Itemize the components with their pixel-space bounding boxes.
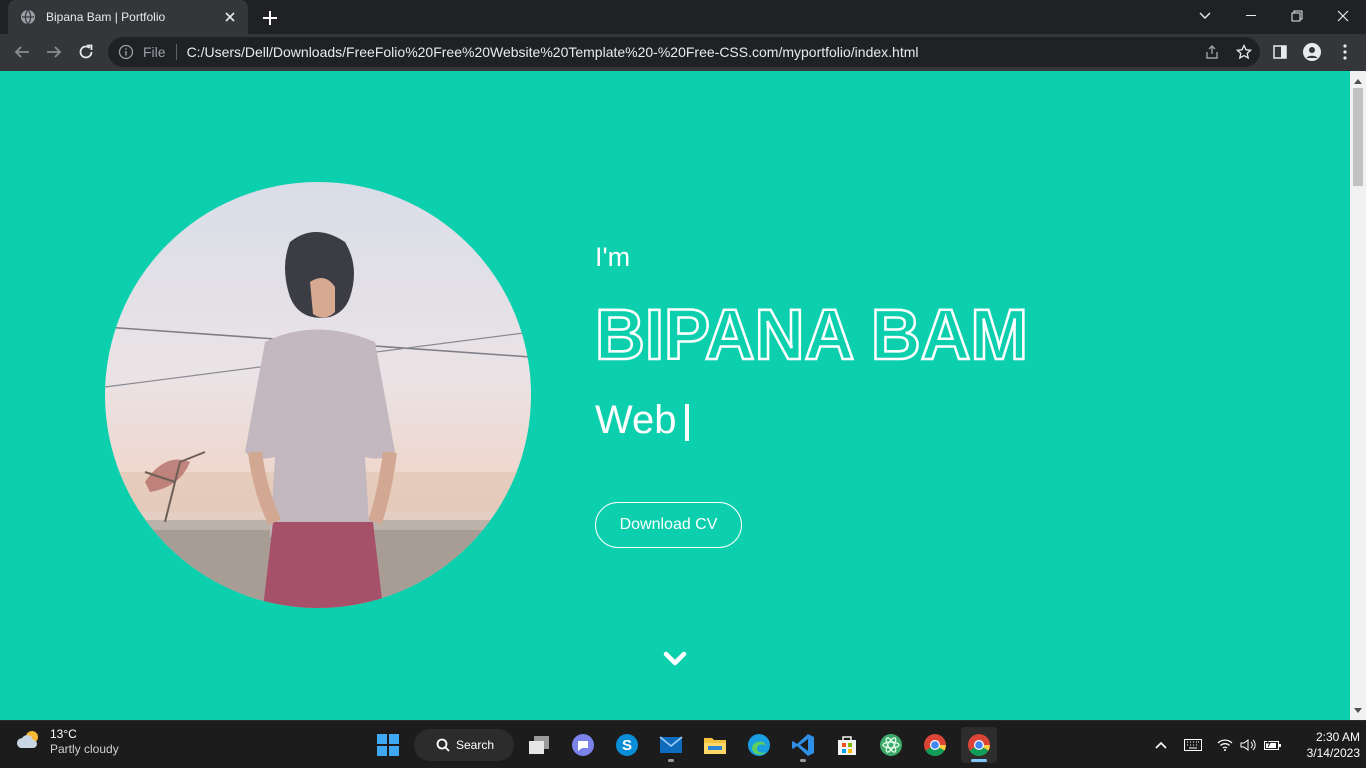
wifi-icon[interactable] (1213, 733, 1237, 757)
profile-photo (105, 182, 531, 608)
keyboard-icon[interactable] (1181, 733, 1205, 757)
scroll-up-arrow-icon[interactable] (1350, 73, 1366, 89)
profile-avatar-icon[interactable] (1297, 38, 1327, 66)
scroll-down-arrow-icon[interactable] (1350, 702, 1366, 718)
mail-icon[interactable] (653, 727, 689, 763)
side-panel-icon[interactable] (1265, 38, 1295, 66)
edge-icon[interactable] (741, 727, 777, 763)
taskbar-search[interactable]: Search (414, 729, 514, 761)
microsoft-store-icon[interactable] (829, 727, 865, 763)
teams-chat-icon[interactable] (565, 727, 601, 763)
svg-text:S: S (622, 737, 632, 754)
skype-icon[interactable]: S (609, 727, 645, 763)
system-clock[interactable]: 2:30 AM 3/14/2023 (1290, 729, 1360, 761)
clock-time: 2:30 AM (1315, 730, 1360, 744)
globe-icon (20, 9, 36, 25)
chrome-icon[interactable] (961, 727, 997, 763)
bookmark-star-icon[interactable] (1228, 38, 1260, 66)
address-scheme-label: File (143, 44, 166, 60)
file-explorer-icon[interactable] (697, 727, 733, 763)
site-info-icon[interactable] (118, 44, 134, 60)
vscode-icon[interactable] (785, 727, 821, 763)
download-cv-button[interactable]: Download CV (595, 502, 742, 548)
chrome-icon[interactable] (917, 727, 953, 763)
hero-role-typed: Web (595, 398, 677, 442)
browser-toolbar: File C:/Users/Dell/Downloads/FreeFolio%2… (0, 34, 1366, 71)
windows-taskbar: 13°C Partly cloudy Search S 2:30 AM 3/14… (0, 720, 1366, 768)
volume-icon[interactable] (1236, 733, 1260, 757)
page-hero-section: I'm BIPANA BAM Web Download CV (0, 71, 1350, 720)
tab-search-chevron-icon[interactable] (1182, 0, 1228, 32)
menu-kebab-icon[interactable] (1330, 38, 1360, 66)
search-label: Search (456, 738, 495, 752)
url-text[interactable]: C:/Users/Dell/Downloads/FreeFolio%20Free… (187, 44, 1196, 60)
scroll-down-chevron-icon[interactable] (662, 650, 688, 668)
active-indicator (971, 759, 987, 762)
atom-icon[interactable] (873, 727, 909, 763)
reload-button[interactable] (72, 38, 100, 66)
new-tab-button[interactable] (259, 7, 281, 29)
tab-portfolio[interactable]: Bipana Bam | Portfolio (8, 0, 248, 34)
forward-button[interactable] (40, 38, 68, 66)
hero-name-text: BIPANA BAM (595, 296, 1028, 367)
share-icon[interactable] (1196, 38, 1228, 66)
task-view-icon[interactable] (521, 727, 557, 763)
start-icon[interactable] (370, 727, 406, 763)
address-separator (175, 44, 177, 60)
hero-name-heading: BIPANA BAM (594, 295, 1030, 367)
weather-condition: Partly cloudy (50, 742, 119, 756)
running-indicator (800, 759, 806, 762)
weather-widget[interactable]: 13°C Partly cloudy (16, 727, 119, 757)
tab-close-icon[interactable] (222, 9, 238, 25)
show-hidden-icons-chevron-icon[interactable] (1149, 733, 1173, 757)
address-bar[interactable]: File C:/Users/Dell/Downloads/FreeFolio%2… (108, 37, 1260, 67)
page-scrollbar[interactable] (1350, 71, 1366, 720)
search-icon (436, 738, 450, 752)
hero-intro: I'm (595, 242, 631, 272)
minimize-button[interactable] (1228, 0, 1274, 32)
close-window-button[interactable] (1320, 0, 1366, 32)
partly-cloudy-icon (16, 728, 42, 757)
scrollbar-thumb[interactable] (1353, 88, 1363, 186)
typing-cursor (685, 404, 689, 441)
back-button[interactable] (8, 38, 36, 66)
browser-tab-strip: Bipana Bam | Portfolio (0, 0, 1366, 34)
battery-icon[interactable] (1261, 733, 1285, 757)
tab-title: Bipana Bam | Portfolio (46, 10, 166, 24)
clock-date: 3/14/2023 (1306, 746, 1360, 760)
running-indicator (668, 759, 674, 762)
weather-temperature: 13°C (50, 727, 77, 741)
restore-button[interactable] (1274, 0, 1320, 32)
